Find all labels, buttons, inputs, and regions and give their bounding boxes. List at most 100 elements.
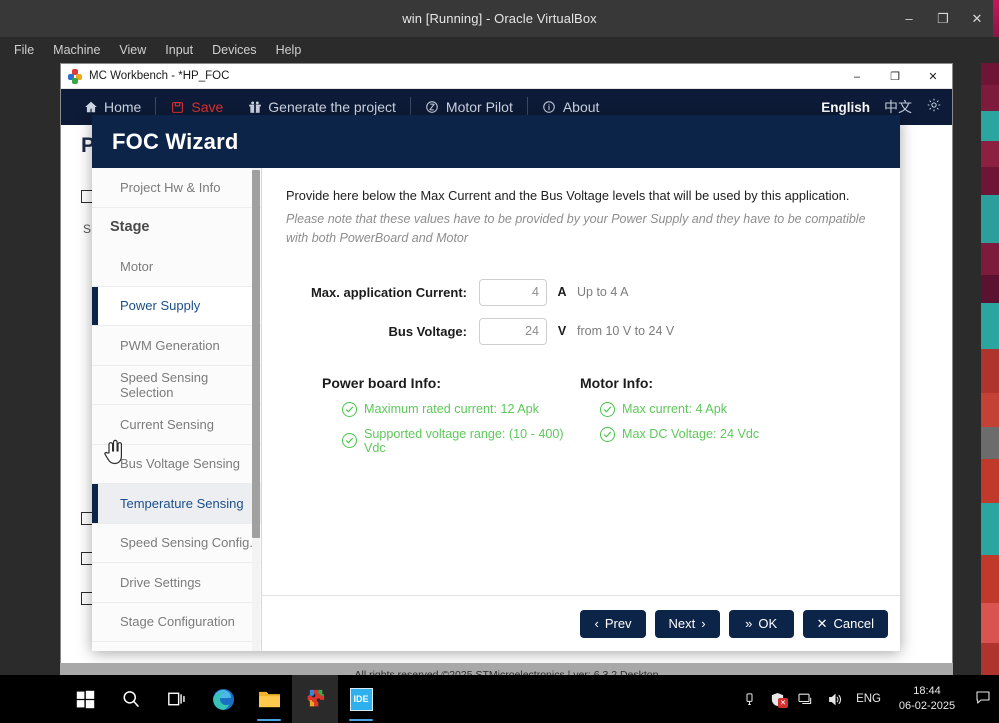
prev-button-label: Prev xyxy=(604,616,632,631)
sidebar-item-label: Temperature Sensing xyxy=(120,495,244,511)
check-circle-icon xyxy=(600,401,615,417)
task-view-icon[interactable] xyxy=(154,675,200,723)
wizard-content: Provide here below the Max Current and t… xyxy=(262,168,900,651)
home-icon xyxy=(83,100,98,115)
background-page-subtitle: S xyxy=(83,222,92,236)
volume-icon[interactable] xyxy=(827,692,843,707)
ok-button[interactable]: » OK xyxy=(728,609,794,638)
security-shield-icon[interactable]: ✕ xyxy=(770,692,789,708)
menu-machine[interactable]: Machine xyxy=(45,40,108,60)
power-board-info-item: Supported voltage range: (10 - 400) Vdc xyxy=(322,427,578,455)
bus-voltage-hint: from 10 V to 24 V xyxy=(577,324,675,339)
titlebar-accent xyxy=(993,0,999,37)
workbench-title: MC Workbench - *HP_FOC xyxy=(89,70,230,82)
desktop-wallpaper xyxy=(981,63,999,675)
toolbar-about-label: About xyxy=(562,99,600,115)
virtualbox-window-controls: – ❐ ✕ xyxy=(893,0,993,37)
maximize-icon[interactable]: ❐ xyxy=(927,5,959,33)
sidebar-item-speed-sensing-selection[interactable]: Speed Sensing Selection xyxy=(92,365,262,405)
menu-view[interactable]: View xyxy=(111,40,154,60)
power-board-info-text: Maximum rated current: 12 Apk xyxy=(364,402,539,417)
sidebar-group-stage: Stage xyxy=(92,207,262,247)
ide-icon[interactable]: IDE xyxy=(338,675,384,723)
next-button-label: Next xyxy=(668,616,696,631)
mc-workbench-icon[interactable] xyxy=(292,675,338,723)
sidebar-scrollbar-thumb[interactable] xyxy=(252,170,260,538)
language-indicator[interactable]: ENG xyxy=(856,693,881,705)
cancel-button[interactable]: ✕ Cancel xyxy=(802,609,888,638)
gift-icon xyxy=(247,100,262,115)
motor-info-text: Max current: 4 Apk xyxy=(622,402,727,417)
menu-devices[interactable]: Devices xyxy=(204,40,264,60)
maximize-icon[interactable]: ❐ xyxy=(876,64,914,89)
virtualbox-titlebar: win [Running] - Oracle VirtualBox – ❐ ✕ xyxy=(0,0,999,37)
close-icon[interactable]: ✕ xyxy=(914,64,952,89)
power-board-info-item: Maximum rated current: 12 Apk xyxy=(322,401,578,417)
max-current-input[interactable] xyxy=(479,278,547,306)
error-badge: ✕ xyxy=(778,697,789,708)
toolbar-motor-pilot-label: Motor Pilot xyxy=(445,99,513,115)
clock[interactable]: 18:44 06-02-2025 xyxy=(894,684,960,714)
cancel-button-label: Cancel xyxy=(833,616,874,631)
motor-info-title: Motor Info: xyxy=(580,374,654,391)
dialog-title: FOC Wizard xyxy=(112,128,239,154)
usb-icon[interactable] xyxy=(742,692,757,707)
ok-button-label: OK xyxy=(758,616,778,631)
sidebar-item-label: Project Hw & Info xyxy=(120,179,221,195)
virtualbox-window: win [Running] - Oracle VirtualBox – ❐ ✕ … xyxy=(0,0,999,723)
check-circle-icon xyxy=(342,433,357,449)
sidebar-item-temperature-sensing[interactable]: Temperature Sensing xyxy=(92,484,262,524)
field-group: Max. application Current: A Up to 4 A Bu… xyxy=(286,278,876,345)
network-icon[interactable] xyxy=(798,692,814,707)
save-icon xyxy=(170,100,185,115)
dialog-body: Project Hw & Info Stage Motor Power Supp… xyxy=(92,168,900,651)
sidebar-item-motor[interactable]: Motor xyxy=(92,247,262,287)
edge-icon[interactable] xyxy=(200,675,246,723)
clock-date: 06-02-2025 xyxy=(898,700,956,712)
sidebar-item-label: Stage Configuration xyxy=(120,614,235,630)
dialog-header: FOC Wizard xyxy=(92,115,900,168)
minimize-icon[interactable]: – xyxy=(838,64,876,89)
intro-note: Please note that these values have to be… xyxy=(286,212,866,246)
virtualbox-menubar: File Machine View Input Devices Help xyxy=(0,37,999,63)
foc-wizard-dialog: FOC Wizard Project Hw & Info Stage Motor… xyxy=(92,115,900,651)
sidebar-item-label: Bus Voltage Sensing xyxy=(120,456,240,472)
sidebar-item-label: Power Supply xyxy=(120,298,201,314)
toolbar-home-label: Home xyxy=(104,99,142,115)
sidebar-item-bus-voltage-sensing[interactable]: Bus Voltage Sensing xyxy=(92,444,262,484)
menu-help[interactable]: Help xyxy=(268,40,310,60)
sidebar-item-power-supply[interactable]: Power Supply xyxy=(92,286,262,326)
sidebar-item-speed-sensing-config[interactable]: Speed Sensing Config. xyxy=(92,523,262,563)
file-explorer-icon[interactable] xyxy=(246,675,292,723)
wizard-sidebar: Project Hw & Info Stage Motor Power Supp… xyxy=(92,168,262,651)
windows-taskbar: IDE ✕ ENG 18:44 06-02-2025 xyxy=(0,675,999,723)
start-icon[interactable] xyxy=(62,675,108,723)
language-english-button[interactable]: English xyxy=(821,100,870,115)
motor-info-text: Max DC Voltage: 24 Vdc xyxy=(622,427,760,442)
sidebar-item-pwm-generation[interactable]: PWM Generation xyxy=(92,326,262,366)
sidebar-item-current-sensing[interactable]: Current Sensing xyxy=(92,405,262,445)
field-row-max-current: Max. application Current: A Up to 4 A xyxy=(286,278,876,306)
next-button[interactable]: Next › xyxy=(654,609,720,638)
power-board-info-panel: Power board Info: Maximum rated current:… xyxy=(286,375,578,465)
minimize-icon[interactable]: – xyxy=(893,5,925,33)
sidebar-item-drive-settings[interactable]: Drive Settings xyxy=(92,563,262,603)
menu-input[interactable]: Input xyxy=(157,40,201,60)
max-current-label: Max. application Current: xyxy=(310,284,467,300)
dialog-footer: ‹ Prev Next › » OK ✕ Cancel xyxy=(262,595,900,651)
close-icon: ✕ xyxy=(816,615,828,631)
prev-button[interactable]: ‹ Prev xyxy=(580,609,646,638)
search-icon[interactable] xyxy=(108,675,154,723)
gear-icon[interactable] xyxy=(926,97,942,117)
chevron-right-icon: › xyxy=(701,616,706,631)
sidebar-item-project-hw-info[interactable]: Project Hw & Info xyxy=(92,168,262,208)
close-icon[interactable]: ✕ xyxy=(961,5,993,33)
sidebar-item-stage-configuration[interactable]: Stage Configuration xyxy=(92,602,262,642)
bus-voltage-input[interactable] xyxy=(479,317,547,345)
info-icon xyxy=(542,100,557,115)
notification-icon[interactable] xyxy=(973,689,991,709)
toolbar-generate-label: Generate the project xyxy=(268,99,396,115)
language-chinese-button[interactable]: 中文 xyxy=(884,97,912,117)
menu-file[interactable]: File xyxy=(6,40,42,60)
virtualbox-title: win [Running] - Oracle VirtualBox xyxy=(402,11,597,26)
